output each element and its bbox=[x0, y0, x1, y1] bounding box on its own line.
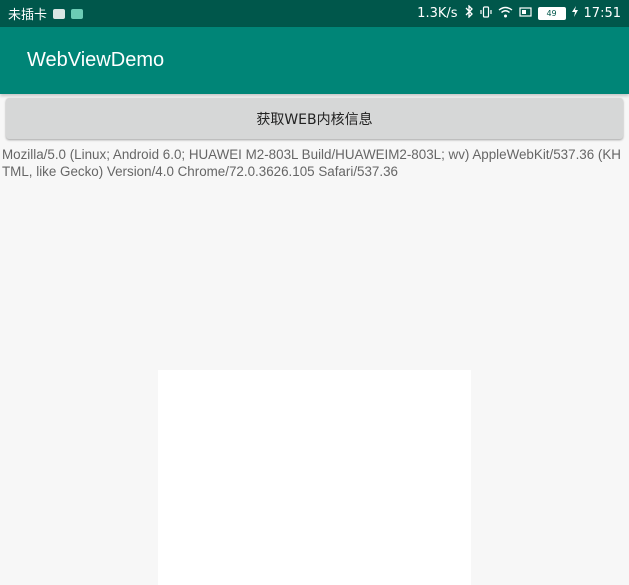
carrier-label: 未插卡 bbox=[8, 8, 48, 23]
wifi-icon bbox=[498, 6, 513, 22]
net-speed: 1.3K/s bbox=[417, 6, 458, 21]
webview-area[interactable] bbox=[158, 370, 471, 585]
user-agent-text: Mozilla/5.0 (Linux; Android 6.0; HUAWEI … bbox=[2, 147, 621, 179]
charging-icon bbox=[571, 6, 578, 21]
app-bar: WebViewDemo bbox=[0, 27, 629, 94]
vibrate-icon bbox=[479, 5, 492, 22]
battery-icon: 49 bbox=[537, 7, 566, 20]
app-notification-icon bbox=[71, 8, 84, 19]
get-web-kernel-info-button[interactable]: 获取WEB内核信息 bbox=[6, 98, 623, 139]
sim-icon bbox=[53, 8, 66, 19]
status-time: 17:51 bbox=[583, 6, 621, 21]
data-icon bbox=[518, 6, 532, 22]
status-bar: 未插卡 1.3K/s 49 17:51 bbox=[0, 0, 629, 27]
app-title: WebViewDemo bbox=[27, 49, 165, 71]
status-bar-left: 未插卡 bbox=[8, 4, 84, 23]
status-bar-right: 1.3K/s 49 17:51 bbox=[417, 4, 621, 22]
bluetooth-icon bbox=[464, 4, 474, 22]
